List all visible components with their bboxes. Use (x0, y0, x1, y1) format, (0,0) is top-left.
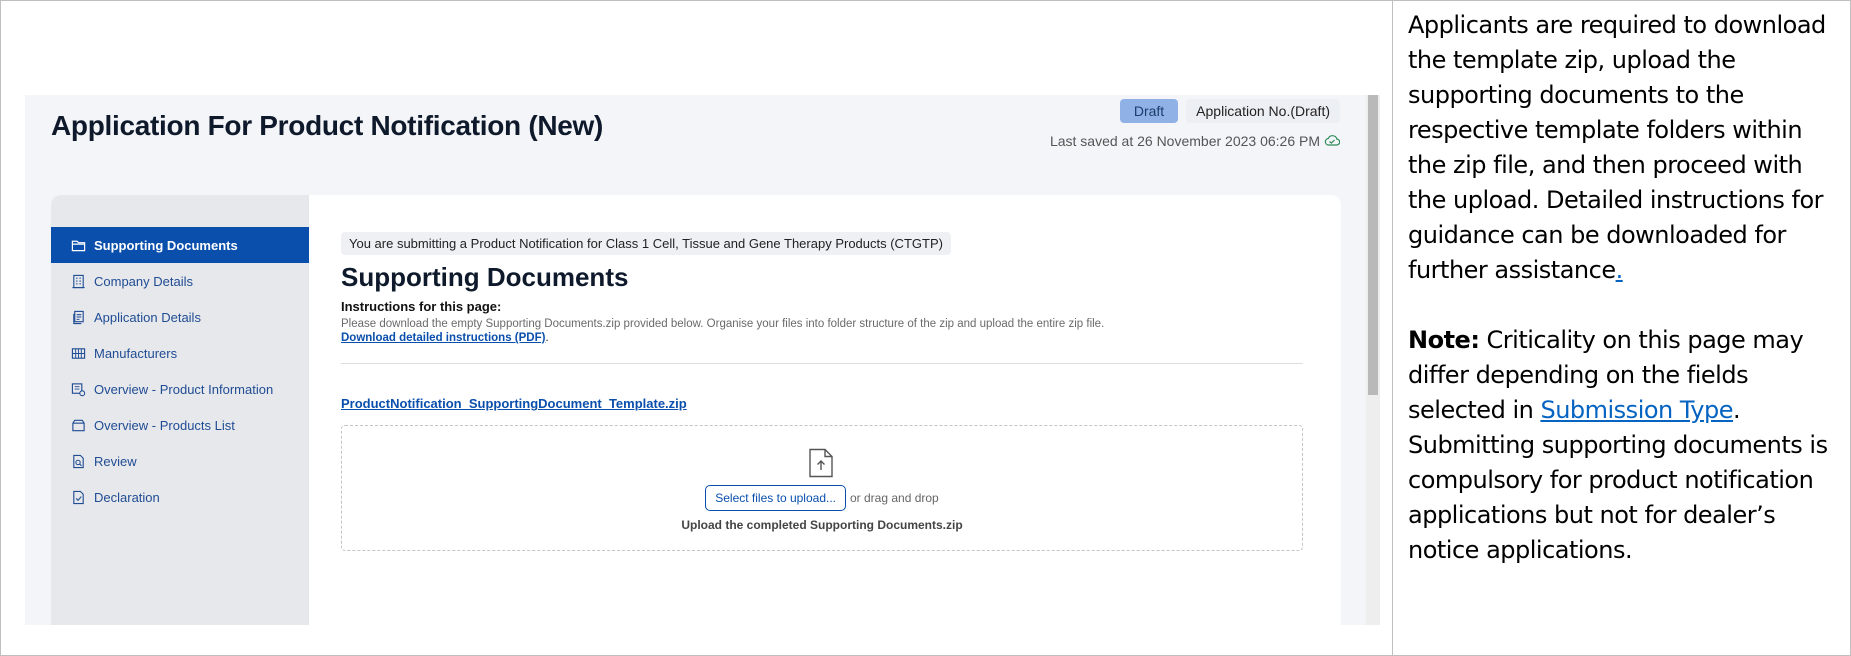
page-title: Application For Product Notification (Ne… (51, 110, 604, 141)
screenshot-cell: Application For Product Notification (Ne… (1, 1, 1392, 655)
declaration-icon (71, 490, 86, 505)
file-dropzone[interactable]: Select files to upload... or drag and dr… (341, 425, 1303, 551)
scrollbar[interactable] (1366, 95, 1380, 625)
sidebar-item-application-details[interactable]: Application Details (51, 299, 309, 335)
submission-info-banner: You are submitting a Product Notificatio… (341, 232, 951, 255)
template-zip-link[interactable]: ProductNotification_SupportingDocument_T… (341, 396, 687, 411)
sidebar-item-label: Company Details (94, 273, 193, 289)
instructions-download-link[interactable]: . (1616, 256, 1624, 284)
sidebar-item-manufacturers[interactable]: Manufacturers (51, 335, 309, 371)
section-title: Supporting Documents (341, 262, 629, 292)
review-icon (71, 454, 86, 469)
upload-hint: Upload the completed Supporting Document… (681, 518, 963, 532)
sidebar-item-label: Overview - Product Information (94, 381, 274, 397)
sidebar-item-overview-products-list[interactable]: Overview - Products List (51, 407, 309, 443)
folder-icon (71, 238, 86, 253)
instructions-text: Please download the empty Supporting Doc… (341, 318, 1105, 330)
instructions-link-line: Download detailed instructions (PDF). (341, 332, 549, 344)
box-icon (71, 418, 86, 433)
sidebar-item-supporting-documents[interactable]: Supporting Documents (51, 227, 309, 263)
drag-drop-text: or drag and drop (850, 491, 939, 505)
sidebar-item-label: Review (94, 453, 137, 469)
download-instructions-link[interactable]: Download detailed instructions (PDF) (341, 332, 545, 344)
product-info-icon (71, 382, 86, 397)
form-panel: Supporting Documents Company Details App… (51, 195, 1341, 625)
sidebar-item-label: Overview - Products List (94, 417, 235, 433)
notes-paragraph-2: Note: Criticality on this page may diffe… (1408, 323, 1844, 568)
sidebar-nav: Supporting Documents Company Details App… (51, 195, 309, 625)
instructions-heading: Instructions for this page: (341, 299, 502, 314)
documents-icon (71, 310, 86, 325)
instructions-link-suffix: . (545, 332, 549, 344)
last-saved-status: Last saved at 26 November 2023 06:26 PM (1049, 133, 1341, 149)
divider (341, 363, 1303, 364)
status-area: Draft Application No.(Draft) (1119, 99, 1340, 123)
main-content: You are submitting a Product Notificatio… (341, 195, 1321, 625)
notes-cell: Applicants are required to download the … (1408, 8, 1844, 568)
note-label: Note: (1408, 326, 1480, 354)
cloud-saved-icon (1324, 133, 1341, 149)
sidebar-item-company-details[interactable]: Company Details (51, 263, 309, 299)
status-badge: Draft (1119, 99, 1179, 123)
sidebar-item-label: Manufacturers (94, 345, 178, 361)
select-files-button[interactable]: Select files to upload... (705, 485, 846, 511)
sidebar-item-label: Declaration (94, 489, 160, 505)
notes-paragraph-1: Applicants are required to download the … (1408, 8, 1844, 288)
building-icon (71, 274, 86, 289)
sidebar-item-declaration[interactable]: Declaration (51, 479, 309, 515)
app-screenshot: Application For Product Notification (Ne… (25, 95, 1380, 625)
factory-icon (71, 346, 86, 361)
scrollbar-thumb[interactable] (1368, 95, 1378, 395)
table-column-divider (1392, 0, 1393, 656)
sidebar-item-review[interactable]: Review (51, 443, 309, 479)
sidebar-item-label: Application Details (94, 309, 201, 325)
application-number: Application No.(Draft) (1186, 99, 1340, 123)
sidebar-item-label: Supporting Documents (94, 237, 238, 253)
upload-row: Select files to upload... or drag and dr… (342, 485, 1302, 511)
last-saved-text: Last saved at 26 November 2023 06:26 PM (1049, 133, 1320, 149)
notes-text: Applicants are required to download the … (1408, 11, 1826, 284)
sidebar-item-overview-product-information[interactable]: Overview - Product Information (51, 371, 309, 407)
file-upload-icon (808, 448, 834, 478)
submission-type-link[interactable]: Submission Type (1540, 396, 1733, 424)
